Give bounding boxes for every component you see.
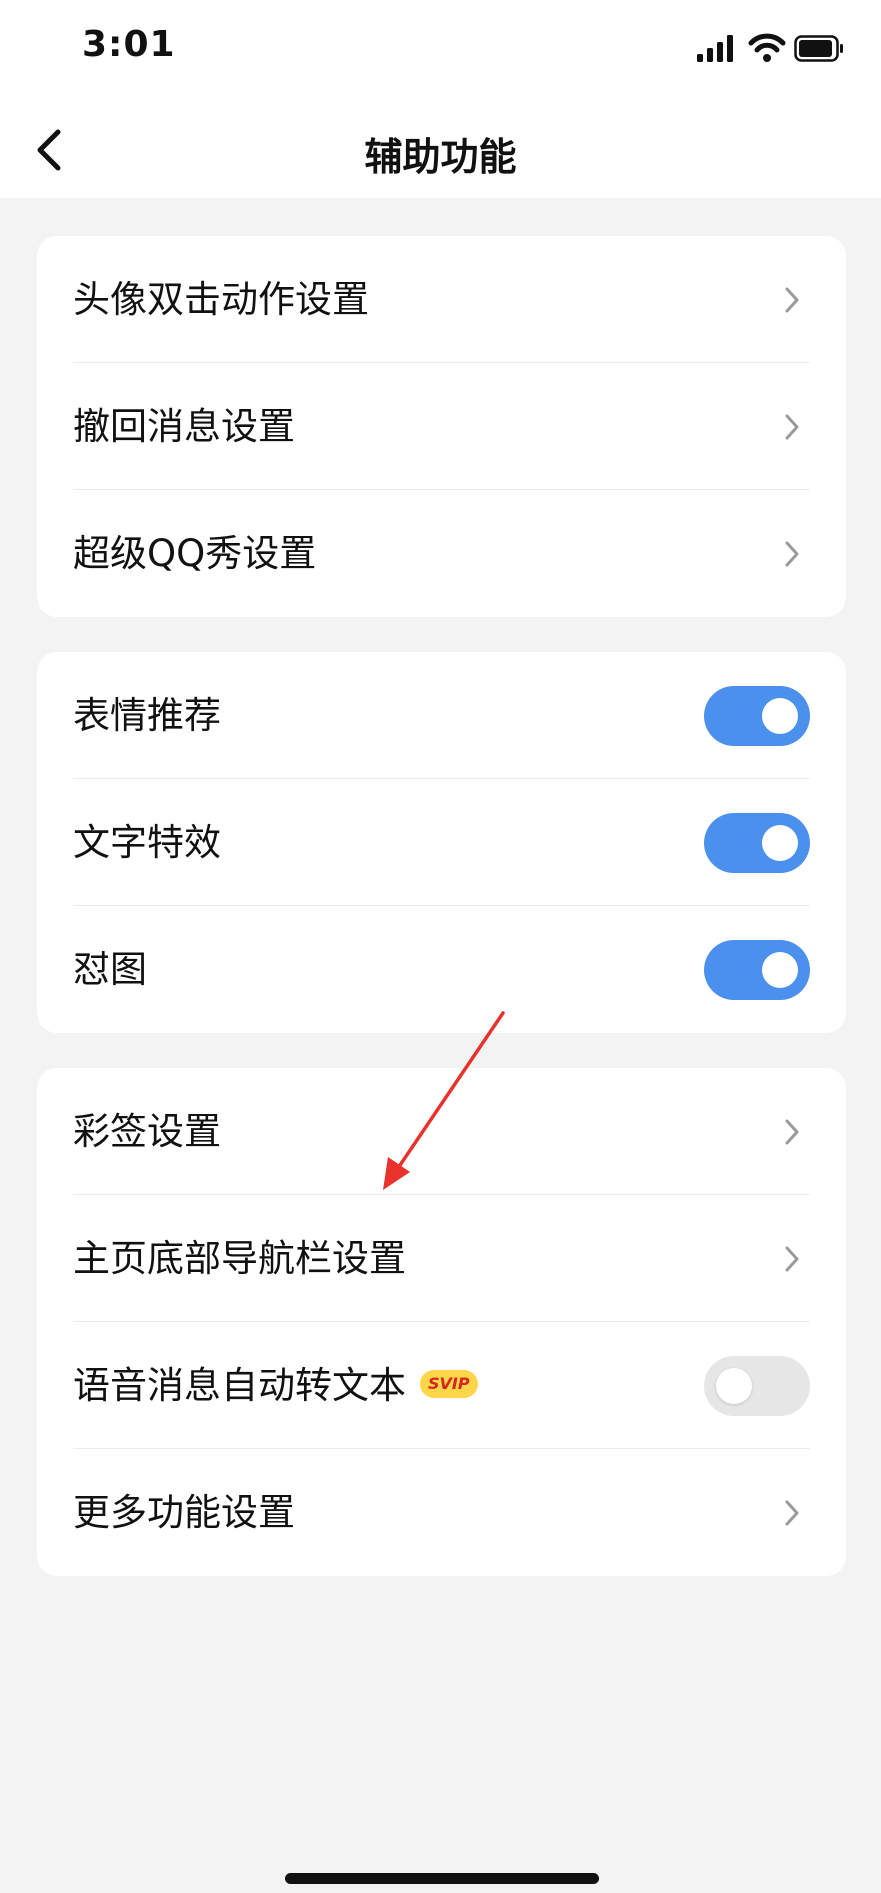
battery-icon xyxy=(794,35,843,62)
page-title: 辅助功能 xyxy=(364,135,517,179)
toggle-knob xyxy=(762,825,798,861)
nav-bar: 辅助功能 xyxy=(0,100,881,198)
more-features-setting[interactable]: 更多功能设置 xyxy=(37,1449,846,1576)
toggle-knob xyxy=(762,952,798,988)
super-qq-show-setting[interactable]: 超级QQ秀设置 xyxy=(37,490,846,617)
chevron-right-icon xyxy=(785,1246,799,1272)
signal-icon xyxy=(697,35,733,62)
chevron-right-icon xyxy=(785,1500,799,1526)
toggle-knob xyxy=(716,1368,752,1404)
meme-reply-toggle[interactable] xyxy=(704,940,810,1000)
settings-card-1: 头像双击动作设置 撤回消息设置 超级QQ秀设置 xyxy=(37,236,846,617)
annotation-arrow xyxy=(383,1011,505,1190)
row-label: 彩签设置 xyxy=(73,1110,221,1153)
row-label: 撤回消息设置 xyxy=(73,405,295,448)
chevron-right-icon xyxy=(785,541,799,567)
status-bar: 3:01 xyxy=(0,0,881,100)
row-label: 更多功能设置 xyxy=(73,1491,295,1534)
settings-card-2: 表情推荐 文字特效 怼图 xyxy=(37,652,846,1033)
toggle-knob xyxy=(762,698,798,734)
wifi-icon xyxy=(748,33,786,62)
chevron-right-icon xyxy=(785,287,799,313)
avatar-double-tap-setting[interactable]: 头像双击动作设置 xyxy=(37,236,846,363)
row-label: 语音消息自动转文本 SVIP xyxy=(73,1322,478,1449)
row-label: 文字特效 xyxy=(73,821,221,864)
row-label: 头像双击动作设置 xyxy=(73,278,369,321)
voice-to-text-toggle[interactable] xyxy=(704,1356,810,1416)
row-label: 怼图 xyxy=(73,948,147,991)
svip-badge: SVIP xyxy=(420,1369,478,1398)
voice-to-text-label: 语音消息自动转文本 xyxy=(73,1364,406,1407)
row-label: 表情推荐 xyxy=(73,694,221,737)
sticker-recommend-setting: 表情推荐 xyxy=(37,652,846,779)
bottom-nav-setting[interactable]: 主页底部导航栏设置 xyxy=(37,1195,846,1322)
home-indicator xyxy=(285,1873,599,1884)
recall-message-setting[interactable]: 撤回消息设置 xyxy=(37,363,846,490)
row-label: 主页底部导航栏设置 xyxy=(73,1237,406,1280)
chevron-right-icon xyxy=(785,414,799,440)
row-label: 超级QQ秀设置 xyxy=(73,532,317,575)
status-icons xyxy=(697,33,843,62)
text-effect-setting: 文字特效 xyxy=(37,779,846,906)
status-time: 3:01 xyxy=(82,24,176,65)
chevron-right-icon xyxy=(785,1119,799,1145)
voice-to-text-setting: 语音消息自动转文本 SVIP xyxy=(37,1322,846,1449)
sticker-recommend-toggle[interactable] xyxy=(704,686,810,746)
text-effect-toggle[interactable] xyxy=(704,813,810,873)
